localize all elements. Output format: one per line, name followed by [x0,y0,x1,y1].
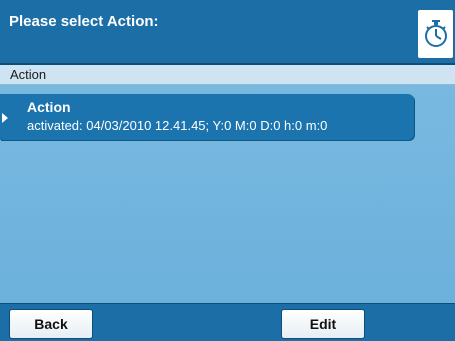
header-bar: Please select Action: [0,0,455,63]
footer-bar: Back Edit [0,303,455,341]
column-header-label: Action [10,67,47,82]
page-title: Please select Action: [9,13,159,30]
selection-arrow-icon [2,113,8,123]
edit-button[interactable]: Edit [281,309,365,339]
list-item-detail: activated: 04/03/2010 12.41.45; Y:0 M:0 … [27,118,328,133]
stopwatch-icon [424,20,447,47]
timer-button[interactable] [418,10,453,58]
screen: Please select Action: Action Action acti… [0,0,455,341]
list-item-action[interactable]: Action activated: 04/03/2010 12.41.45; Y… [0,94,414,140]
action-list: Action activated: 04/03/2010 12.41.45; Y… [0,85,455,303]
back-button[interactable]: Back [9,309,93,339]
list-item-title: Action [27,99,71,115]
list-column-header: Action [0,65,455,85]
